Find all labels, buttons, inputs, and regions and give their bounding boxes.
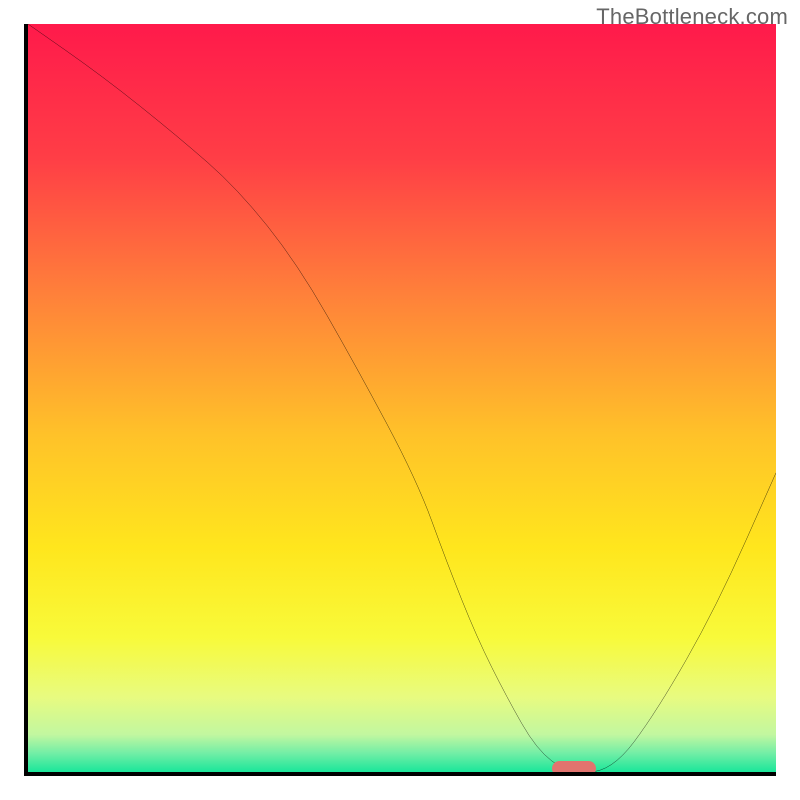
chart-container: TheBottleneck.com <box>0 0 800 800</box>
plot-area <box>24 24 776 776</box>
watermark-text: TheBottleneck.com <box>596 4 788 30</box>
bottleneck-curve <box>28 24 776 772</box>
optimal-marker <box>552 761 597 776</box>
curve-path <box>28 24 776 772</box>
